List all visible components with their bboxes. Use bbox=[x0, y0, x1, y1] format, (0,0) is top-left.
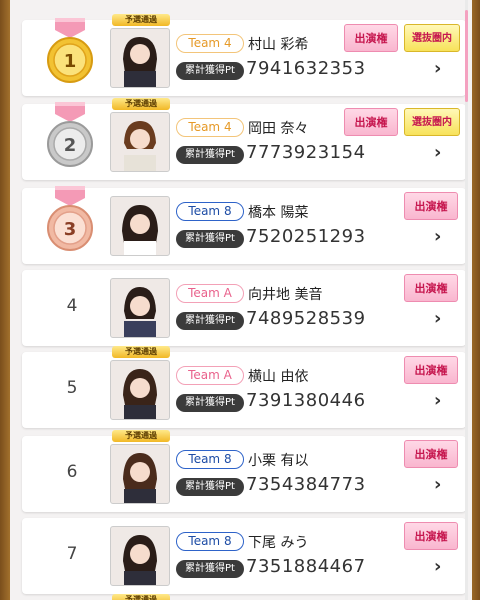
chevron-right-icon[interactable]: › bbox=[434, 390, 441, 411]
pt-label: 累計獲得Pt bbox=[176, 560, 244, 578]
member-name: 村山 彩希 bbox=[248, 37, 309, 53]
senbatsu-badge: 選抜圏内 bbox=[404, 108, 460, 136]
pt-value: 7520251293 bbox=[246, 226, 366, 247]
shutsuen-badge: 出演権 bbox=[404, 356, 458, 384]
chevron-right-icon[interactable]: › bbox=[434, 226, 441, 247]
svg-text:3: 3 bbox=[64, 219, 77, 240]
member-photo bbox=[110, 444, 170, 504]
team-badge: Team A bbox=[176, 366, 244, 385]
shutsuen-badge: 出演権 bbox=[404, 192, 458, 220]
pt-value: 7489528539 bbox=[246, 308, 366, 329]
ranking-row[interactable]: 3 Team 8 橋本 陽菜 累計獲得Pt 7520251293 出演権 › bbox=[22, 186, 466, 264]
ranking-row[interactable]: 4 Team A 向井地 美音 累計獲得Pt 7489528539 出演権 › bbox=[22, 270, 466, 346]
ranking-row[interactable]: 1 予選通過 Team 4 村山 彩希 累計獲得Pt 7941632353 出演… bbox=[22, 14, 466, 96]
pt-value: 7354384773 bbox=[246, 474, 366, 495]
ranking-row[interactable]: 7 Team 8 下尾 みう 累計獲得Pt 7351884467 出演権 › bbox=[22, 518, 466, 594]
svg-text:1: 1 bbox=[64, 51, 77, 72]
yosen-badge: 予選通過 bbox=[112, 14, 170, 26]
chevron-right-icon[interactable]: › bbox=[434, 474, 441, 495]
chevron-right-icon[interactable]: › bbox=[434, 308, 441, 329]
pt-value: 7941632353 bbox=[246, 58, 366, 79]
member-name: 下尾 みう bbox=[248, 535, 309, 551]
member-photo bbox=[110, 196, 170, 256]
chevron-right-icon[interactable]: › bbox=[434, 58, 441, 79]
team-badge: Team 8 bbox=[176, 202, 244, 221]
bronze-medal-icon: 3 bbox=[47, 186, 93, 251]
pt-value: 7391380446 bbox=[246, 390, 366, 411]
pt-label: 累計獲得Pt bbox=[176, 478, 244, 496]
yosen-badge: 予選通過 bbox=[112, 430, 170, 442]
team-badge: Team 8 bbox=[176, 450, 244, 469]
rank-number: 5 bbox=[66, 378, 78, 398]
member-photo bbox=[110, 278, 170, 338]
shutsuen-badge: 出演権 bbox=[404, 440, 458, 468]
rank-number: 7 bbox=[66, 544, 78, 564]
ranking-row[interactable]: 5 予選通過 Team A 横山 由依 累計獲得Pt 7391380446 出演… bbox=[22, 346, 466, 428]
rank-number: 4 bbox=[66, 296, 78, 316]
pt-label: 累計獲得Pt bbox=[176, 230, 244, 248]
member-photo bbox=[110, 28, 170, 88]
shutsuen-badge: 出演権 bbox=[344, 24, 398, 52]
senbatsu-badge: 選抜圏内 bbox=[404, 24, 460, 52]
shutsuen-badge: 出演権 bbox=[404, 274, 458, 302]
team-badge: Team 8 bbox=[176, 532, 244, 551]
member-photo bbox=[110, 360, 170, 420]
ranking-panel: 1 予選通過 Team 4 村山 彩希 累計獲得Pt 7941632353 出演… bbox=[10, 0, 472, 600]
scrollbar[interactable] bbox=[465, 0, 468, 600]
member-name: 小栗 有以 bbox=[248, 453, 309, 469]
pt-label: 累計獲得Pt bbox=[176, 146, 244, 164]
member-name: 橋本 陽菜 bbox=[248, 205, 309, 221]
silver-medal-icon: 2 bbox=[47, 102, 93, 167]
team-badge: Team A bbox=[176, 284, 244, 303]
pt-label: 累計獲得Pt bbox=[176, 394, 244, 412]
member-photo bbox=[110, 526, 170, 586]
rank-number: 6 bbox=[66, 462, 78, 482]
team-badge: Team 4 bbox=[176, 34, 244, 53]
gold-medal-icon: 1 bbox=[47, 18, 93, 83]
ranking-row[interactable]: 2 予選通過 Team 4 岡田 奈々 累計獲得Pt 7773923154 出演… bbox=[22, 98, 466, 180]
member-name: 横山 由依 bbox=[248, 369, 309, 385]
shutsuen-badge: 出演権 bbox=[404, 522, 458, 550]
pt-value: 7351884467 bbox=[246, 556, 366, 577]
pt-label: 累計獲得Pt bbox=[176, 62, 244, 80]
yosen-badge: 予選通過 bbox=[112, 594, 170, 600]
ranking-row[interactable]: 6 予選通過 Team 8 小栗 有以 累計獲得Pt 7354384773 出演… bbox=[22, 430, 466, 512]
yosen-badge: 予選通過 bbox=[112, 98, 170, 110]
svg-text:2: 2 bbox=[64, 135, 77, 156]
member-photo bbox=[110, 112, 170, 172]
pt-value: 7773923154 bbox=[246, 142, 366, 163]
shutsuen-badge: 出演権 bbox=[344, 108, 398, 136]
yosen-badge: 予選通過 bbox=[112, 346, 170, 358]
member-name: 向井地 美音 bbox=[248, 287, 323, 303]
member-name: 岡田 奈々 bbox=[248, 121, 309, 137]
scrollbar-thumb[interactable] bbox=[465, 10, 468, 102]
chevron-right-icon[interactable]: › bbox=[434, 556, 441, 577]
chevron-right-icon[interactable]: › bbox=[434, 142, 441, 163]
team-badge: Team 4 bbox=[176, 118, 244, 137]
pt-label: 累計獲得Pt bbox=[176, 312, 244, 330]
